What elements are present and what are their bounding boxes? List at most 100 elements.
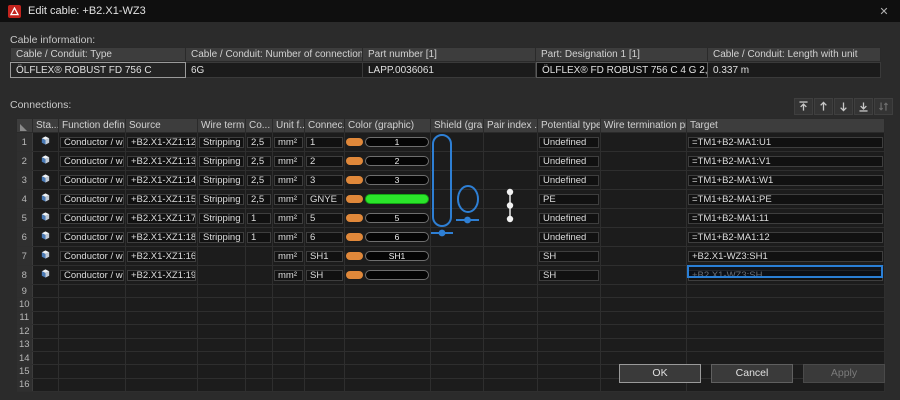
pair-index-cell[interactable] xyxy=(484,209,538,228)
source-cell[interactable] xyxy=(126,311,198,324)
source-cell[interactable] xyxy=(126,298,198,311)
unit-cell[interactable]: mm² xyxy=(273,152,305,171)
pair-index-cell[interactable] xyxy=(484,266,538,285)
function-definition-cell[interactable] xyxy=(59,311,126,324)
row-number[interactable]: 5 xyxy=(17,209,33,228)
wire-termination-processing-cell[interactable] xyxy=(601,311,687,324)
status-cell[interactable] xyxy=(33,171,59,190)
target-cell[interactable]: =TM1+B2-MA1:W1 xyxy=(687,171,885,190)
wire-termination-cell[interactable] xyxy=(198,325,246,338)
column-header-color-graphic[interactable]: Color (graphic) xyxy=(345,119,431,133)
potential-type-cell[interactable]: Undefined xyxy=(538,171,601,190)
row-number[interactable]: 4 xyxy=(17,190,33,209)
column-header-wire-termination[interactable]: Wire termi... xyxy=(198,119,246,133)
status-cell[interactable] xyxy=(33,325,59,338)
shield-graphic-cell[interactable] xyxy=(431,133,484,152)
status-cell[interactable] xyxy=(33,228,59,247)
move-up-button[interactable] xyxy=(814,98,833,115)
function-definition-cell[interactable]: Conductor / wire xyxy=(59,171,126,190)
shield-graphic-cell[interactable] xyxy=(431,365,484,378)
wire-termination-processing-cell[interactable] xyxy=(601,266,687,285)
potential-type-cell[interactable]: SH xyxy=(538,266,601,285)
wire-termination-processing-cell[interactable] xyxy=(601,133,687,152)
cable-field-value[interactable]: ÖLFLEX® FD ROBUST 756 C 4 G 2,5+(2x1) xyxy=(536,62,708,78)
cross-section-cell[interactable]: 2,5 xyxy=(246,171,273,190)
shield-graphic-cell[interactable] xyxy=(431,285,484,298)
unit-cell[interactable]: mm² xyxy=(273,190,305,209)
function-definition-cell[interactable] xyxy=(59,378,126,391)
wire-termination-processing-cell[interactable] xyxy=(601,171,687,190)
status-cell[interactable] xyxy=(33,298,59,311)
function-definition-cell[interactable]: Conductor / wire xyxy=(59,247,126,266)
function-definition-cell[interactable]: Conductor / wire xyxy=(59,228,126,247)
shield-graphic-cell[interactable] xyxy=(431,209,484,228)
color-graphic-cell[interactable]: SH1 xyxy=(345,247,431,266)
potential-type-cell[interactable]: SH xyxy=(538,247,601,266)
function-definition-cell[interactable] xyxy=(59,298,126,311)
column-header-unit[interactable]: Unit f... xyxy=(273,119,305,133)
source-cell[interactable]: +B2.X1-XZ1:19 xyxy=(126,266,198,285)
potential-type-cell[interactable] xyxy=(538,378,601,391)
source-cell[interactable] xyxy=(126,378,198,391)
wire-termination-processing-cell[interactable] xyxy=(601,298,687,311)
connection-point-cell[interactable]: 6 xyxy=(305,228,345,247)
connection-point-cell[interactable]: 5 xyxy=(305,209,345,228)
status-cell[interactable] xyxy=(33,285,59,298)
function-definition-cell[interactable]: Conductor / wire xyxy=(59,266,126,285)
shield-graphic-cell[interactable] xyxy=(431,190,484,209)
source-cell[interactable] xyxy=(126,338,198,351)
unit-cell[interactable] xyxy=(273,298,305,311)
cross-section-cell[interactable] xyxy=(246,266,273,285)
status-cell[interactable] xyxy=(33,247,59,266)
column-header-cross-section[interactable]: Co... xyxy=(246,119,273,133)
cross-section-cell[interactable]: 2,5 xyxy=(246,152,273,171)
color-graphic-cell[interactable] xyxy=(345,325,431,338)
row-number[interactable]: 8 xyxy=(17,266,33,285)
potential-type-cell[interactable]: Undefined xyxy=(538,133,601,152)
function-definition-cell[interactable]: Conductor / wire xyxy=(59,152,126,171)
row-number[interactable]: 11 xyxy=(17,311,33,324)
potential-type-cell[interactable] xyxy=(538,351,601,364)
status-cell[interactable] xyxy=(33,338,59,351)
wire-termination-processing-cell[interactable] xyxy=(601,338,687,351)
wire-termination-processing-cell[interactable] xyxy=(601,247,687,266)
cross-section-cell[interactable] xyxy=(246,378,273,391)
shield-graphic-cell[interactable] xyxy=(431,298,484,311)
cross-section-cell[interactable] xyxy=(246,325,273,338)
close-icon[interactable]: ✕ xyxy=(876,5,892,18)
potential-type-cell[interactable] xyxy=(538,285,601,298)
source-cell[interactable]: +B2.X1-XZ1:12 xyxy=(126,133,198,152)
shield-graphic-cell[interactable] xyxy=(431,247,484,266)
connection-point-cell[interactable] xyxy=(305,298,345,311)
unit-cell[interactable] xyxy=(273,365,305,378)
cross-section-cell[interactable]: 1 xyxy=(246,209,273,228)
cross-section-cell[interactable] xyxy=(246,351,273,364)
cable-field-value[interactable]: ÖLFLEX® ROBUST FD 756 C xyxy=(10,62,186,78)
color-graphic-cell[interactable] xyxy=(345,351,431,364)
pair-index-cell[interactable] xyxy=(484,365,538,378)
row-number[interactable]: 7 xyxy=(17,247,33,266)
row-number[interactable]: 3 xyxy=(17,171,33,190)
source-cell[interactable]: +B2.X1-XZ1:13 xyxy=(126,152,198,171)
connection-point-cell[interactable] xyxy=(305,365,345,378)
cross-section-cell[interactable] xyxy=(246,338,273,351)
shield-graphic-cell[interactable] xyxy=(431,311,484,324)
unit-cell[interactable] xyxy=(273,325,305,338)
connection-point-cell[interactable]: 2 xyxy=(305,152,345,171)
connection-point-cell[interactable]: SH1 xyxy=(305,247,345,266)
row-number[interactable]: 2 xyxy=(17,152,33,171)
wire-termination-cell[interactable] xyxy=(198,378,246,391)
pair-index-cell[interactable] xyxy=(484,351,538,364)
color-graphic-cell[interactable]: 3 xyxy=(345,171,431,190)
column-header-status[interactable]: Sta... xyxy=(33,119,59,133)
swap-rows-icon[interactable] xyxy=(874,98,893,115)
row-number[interactable]: 9 xyxy=(17,285,33,298)
apply-button[interactable]: Apply xyxy=(803,364,885,383)
source-cell[interactable]: +B2.X1-XZ1:14 xyxy=(126,171,198,190)
unit-cell[interactable]: mm² xyxy=(273,266,305,285)
unit-cell[interactable] xyxy=(273,285,305,298)
cross-section-cell[interactable]: 2,5 xyxy=(246,133,273,152)
wire-termination-processing-cell[interactable] xyxy=(601,285,687,298)
status-cell[interactable] xyxy=(33,190,59,209)
unit-cell[interactable]: mm² xyxy=(273,247,305,266)
